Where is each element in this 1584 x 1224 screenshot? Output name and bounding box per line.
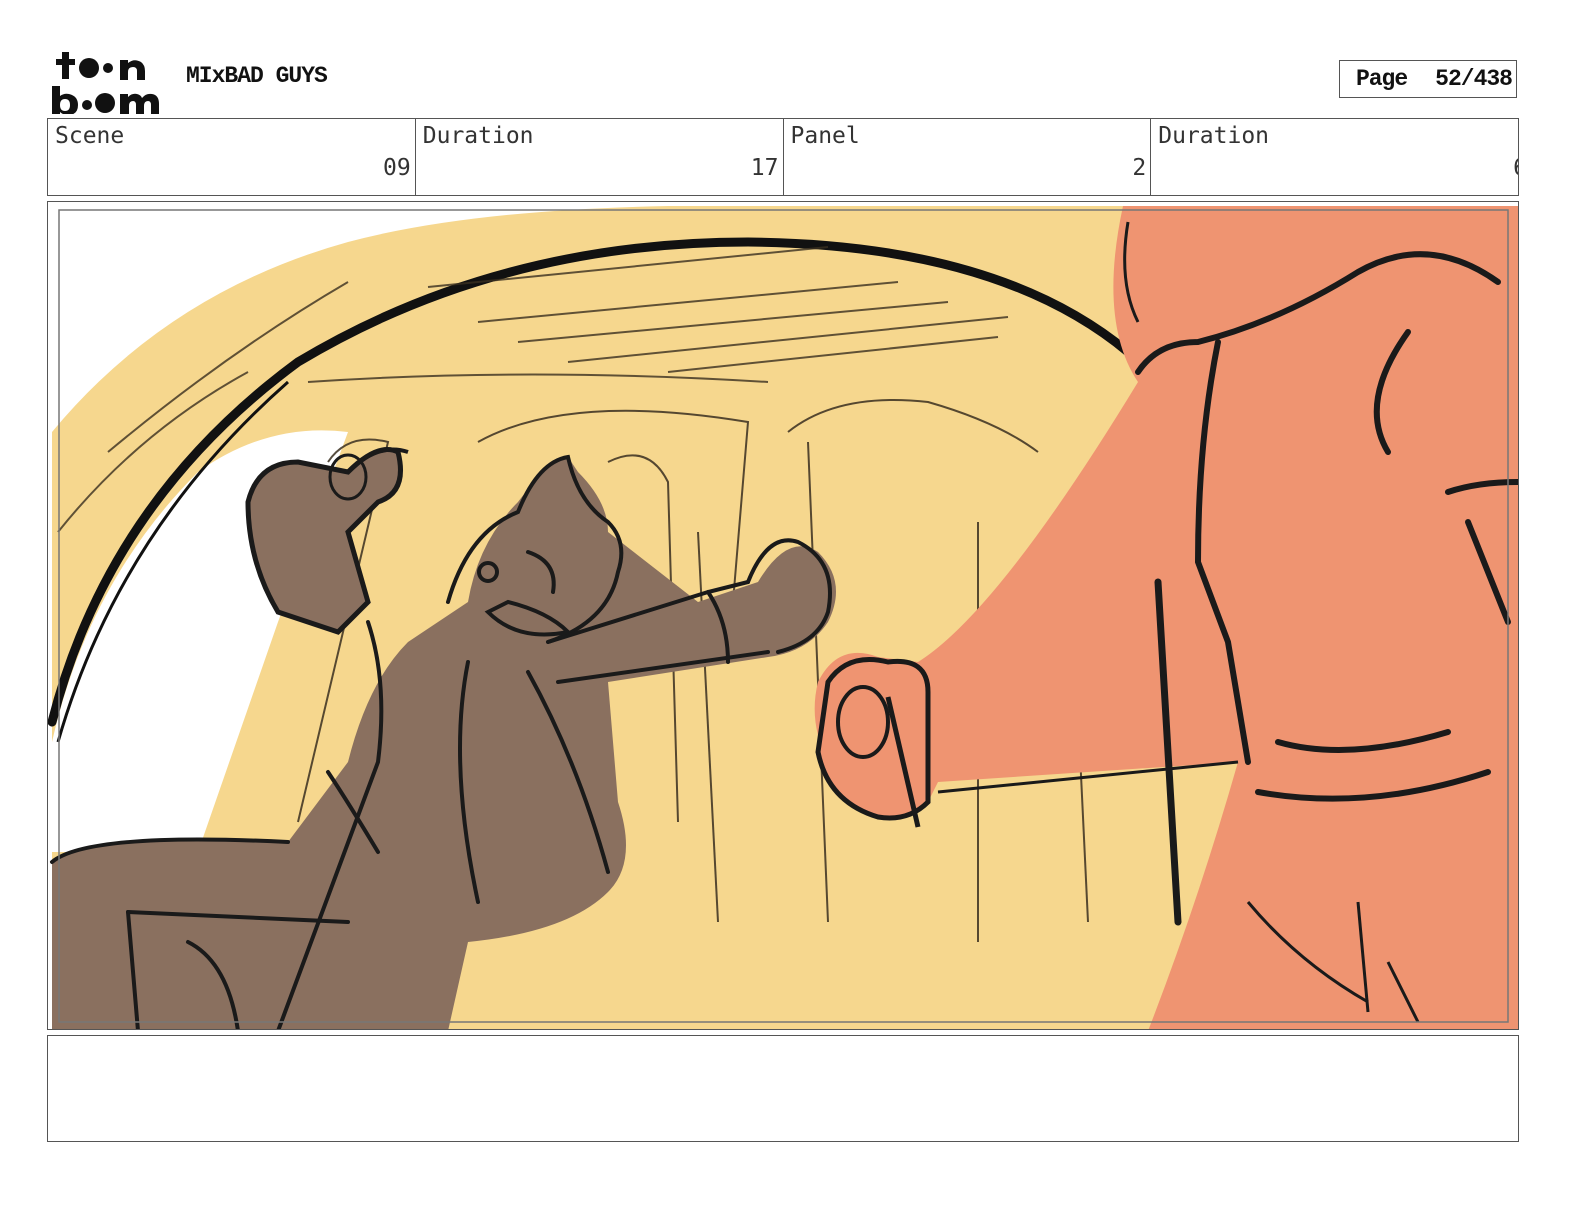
panel-notes-area bbox=[47, 1035, 1519, 1142]
panel-value: 2 bbox=[1132, 155, 1147, 181]
project-title: MIxBAD GUYS bbox=[186, 63, 328, 89]
panel-duration-label: Duration bbox=[1158, 123, 1270, 149]
page-indicator: Page 52/438 bbox=[1339, 60, 1517, 98]
scene-label: Scene bbox=[55, 123, 125, 149]
page-number: 52/438 bbox=[1435, 66, 1513, 92]
scene-cell: Scene 09 bbox=[48, 119, 416, 195]
panel-duration-value: 6 bbox=[1513, 155, 1518, 181]
panel-info-table: Scene 09 Duration 17 Panel 2 Duration 6 bbox=[47, 118, 1519, 196]
scene-value: 09 bbox=[383, 155, 411, 181]
storyboard-panel-image bbox=[47, 201, 1519, 1030]
panel-cell: Panel 2 bbox=[784, 119, 1152, 195]
toon-boom-logo bbox=[50, 50, 166, 115]
scene-duration-cell: Duration 17 bbox=[416, 119, 784, 195]
scene-duration-value: 17 bbox=[750, 155, 779, 181]
panel-duration-cell: Duration 6 bbox=[1151, 119, 1518, 195]
scene-duration-label: Duration bbox=[422, 123, 534, 149]
page-label: Page bbox=[1355, 66, 1408, 92]
panel-label: Panel bbox=[790, 123, 860, 149]
